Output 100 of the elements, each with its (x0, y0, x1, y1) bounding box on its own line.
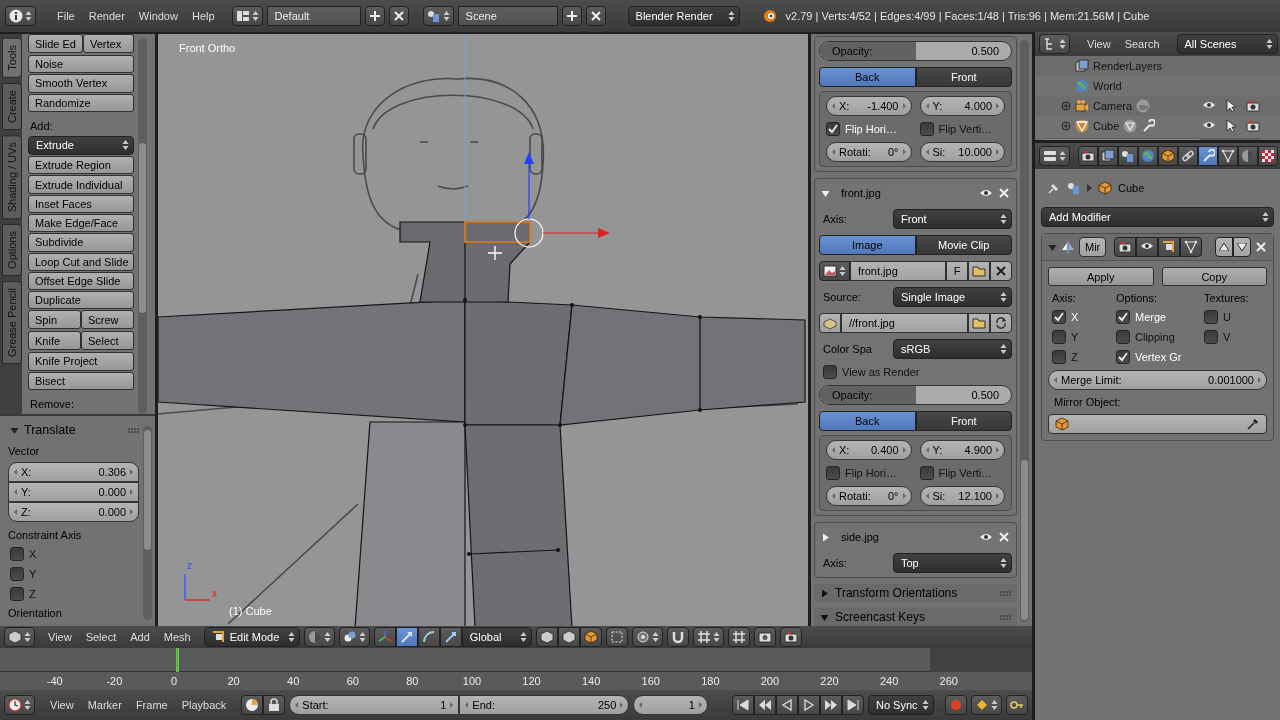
render-engine-dropdown[interactable]: Blender Render (627, 6, 740, 26)
open-button[interactable] (968, 261, 990, 281)
menu-item[interactable]: Select (78, 631, 124, 643)
orientation-dropdown[interactable]: Global (461, 627, 532, 647)
properties-tab[interactable] (1118, 146, 1138, 166)
checkbox[interactable] (919, 122, 934, 136)
close-button[interactable] (585, 6, 606, 26)
tool-button[interactable]: Make Edge/Face (28, 213, 134, 233)
tree-item[interactable]: Camera (1093, 100, 1133, 112)
checkbox[interactable] (1052, 330, 1066, 344)
tree-item[interactable]: Cube (1093, 120, 1120, 132)
tool-button[interactable]: Smooth Vertex (28, 74, 134, 93)
edge-select-button[interactable] (557, 627, 580, 647)
playback-button[interactable] (819, 695, 842, 715)
menu-item[interactable]: Add (123, 631, 157, 643)
tool-button[interactable]: Randomize (28, 93, 134, 112)
manipulator-toggle[interactable] (417, 627, 440, 647)
edit-mode-toggle[interactable] (1158, 237, 1181, 257)
properties-tab[interactable] (1138, 146, 1158, 166)
mode-dropdown[interactable]: Edit Mode (203, 627, 300, 647)
properties-tab[interactable] (1218, 146, 1238, 166)
number-field[interactable]: Si: 12.100 (919, 486, 1005, 506)
tool-button[interactable]: Noise (28, 55, 134, 74)
add-modifier-dropdown[interactable]: Add Modifier (1041, 207, 1274, 227)
merge-limit-field[interactable]: Merge Limit: 0.001000 (1048, 370, 1267, 390)
unlink-button[interactable] (990, 261, 1012, 281)
number-field[interactable]: Y: 4.000 (919, 96, 1005, 116)
toggle-button[interactable]: Front (915, 411, 1012, 431)
checkbox[interactable] (823, 365, 837, 379)
manipulator-toggle[interactable] (373, 627, 396, 647)
checkbox[interactable] (919, 466, 934, 480)
camera-icon[interactable] (1246, 99, 1260, 113)
playback-button[interactable] (775, 695, 798, 715)
number-field[interactable]: Y: 4.900 (919, 440, 1005, 460)
pivot-dropdown[interactable] (338, 627, 370, 647)
scrollbar[interactable] (1020, 40, 1029, 622)
dropdown[interactable]: Single Image (893, 287, 1012, 307)
panel-header[interactable]: Transform Orientations (814, 584, 1017, 602)
menu-item[interactable]: Frame (128, 699, 175, 711)
modifier-name-field[interactable]: Mir (1079, 237, 1107, 257)
screen-layout-button[interactable] (231, 6, 263, 26)
checkbox[interactable] (1204, 330, 1218, 344)
keyframe-type-dropdown[interactable] (971, 695, 1002, 715)
panel-header[interactable]: Screencast Keys (814, 608, 1017, 626)
checkbox[interactable] (10, 587, 24, 601)
properties-tab[interactable] (1238, 146, 1258, 166)
tool-button[interactable]: Vertex (83, 34, 134, 53)
tree-item[interactable]: RenderLayers (1093, 60, 1163, 72)
move-up-button[interactable] (1215, 237, 1233, 257)
dropdown[interactable]: Top (893, 553, 1012, 573)
tool-button[interactable]: Bisect (28, 371, 134, 390)
object-field[interactable] (1048, 414, 1267, 434)
properties-tab[interactable] (1098, 146, 1118, 166)
snap-element-dropdown[interactable] (692, 627, 724, 647)
checkbox[interactable] (1116, 330, 1130, 344)
tree-item[interactable]: World (1093, 80, 1122, 92)
toggle-button[interactable]: Movie Clip (915, 235, 1012, 255)
pointer-icon[interactable] (1224, 119, 1238, 133)
start-frame-field[interactable]: Start: 1 (289, 695, 460, 715)
playback-button[interactable] (753, 695, 776, 715)
editor-type-button[interactable] (5, 6, 36, 26)
add-button[interactable] (364, 6, 385, 26)
tool-button[interactable]: Extrude Individual (28, 175, 134, 194)
filter-dropdown[interactable]: All Scenes (1176, 34, 1278, 54)
dropdown[interactable]: sRGB (893, 339, 1012, 359)
properties-tab[interactable] (1078, 146, 1098, 166)
tool-button[interactable]: Knife (28, 331, 81, 351)
pointer-icon[interactable] (1224, 99, 1238, 113)
tool-button[interactable]: Knife Project (28, 352, 134, 371)
render-animation-button[interactable] (779, 627, 802, 647)
checkbox[interactable] (1052, 310, 1066, 324)
checkbox[interactable] (1116, 310, 1130, 324)
opacity-slider[interactable]: Opacity: 0.500 (819, 41, 1012, 61)
menu-item[interactable]: View (41, 631, 79, 643)
disclosure-triangle-icon[interactable] (821, 532, 830, 542)
tab[interactable]: Tools (2, 38, 22, 78)
editor-type-button[interactable] (4, 695, 35, 715)
menu-item[interactable]: Search (1117, 38, 1167, 50)
tool-button[interactable]: Extrude Region (28, 156, 134, 175)
editor-type-button[interactable] (4, 627, 35, 647)
move-down-button[interactable] (1233, 237, 1251, 257)
render-toggle[interactable] (1114, 237, 1137, 257)
eye-icon[interactable] (979, 531, 993, 543)
number-field[interactable]: Y: 0.000 (8, 482, 139, 502)
reload-button[interactable] (990, 313, 1012, 333)
properties-tab[interactable] (1258, 146, 1278, 166)
expand-icon[interactable] (1061, 101, 1071, 111)
toggle-button[interactable]: Front (915, 67, 1012, 87)
tool-button[interactable]: Loop Cut and Slide (28, 252, 134, 271)
properties-tab[interactable] (1198, 146, 1218, 166)
eyedropper-icon[interactable] (1246, 417, 1260, 431)
opacity-slider[interactable]: Opacity: 0.500 (819, 385, 1012, 405)
disclosure-triangle-icon[interactable] (820, 612, 829, 622)
checkbox[interactable] (1116, 350, 1130, 364)
toggle-button[interactable]: Back (819, 411, 916, 431)
tool-button[interactable]: Subdivide (28, 233, 134, 252)
menu-item[interactable]: Render (81, 10, 132, 22)
close-icon[interactable] (1255, 241, 1267, 253)
scrollbar[interactable] (143, 426, 152, 620)
properties-tab[interactable] (1178, 146, 1198, 166)
